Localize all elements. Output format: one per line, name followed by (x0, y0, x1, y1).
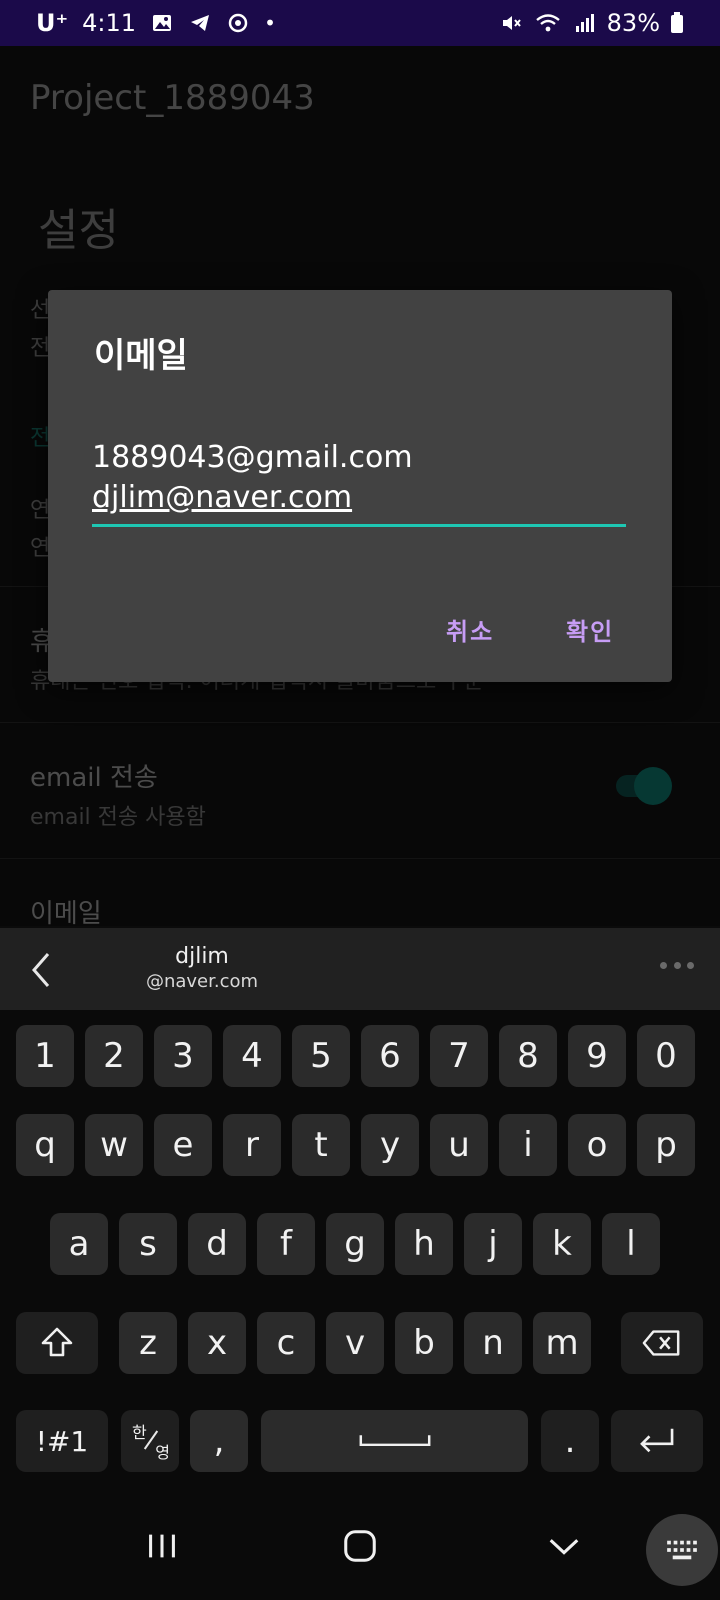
notification-dot: • (264, 11, 276, 35)
space-icon (359, 1435, 430, 1447)
key-e[interactable]: e (154, 1114, 212, 1176)
key-f[interactable]: f (257, 1213, 315, 1275)
shift-key[interactable] (16, 1312, 98, 1374)
suggestion-line-1: djlim (175, 944, 229, 969)
key-t[interactable]: t (292, 1114, 350, 1176)
key-w[interactable]: w (85, 1114, 143, 1176)
key-v[interactable]: v (326, 1312, 384, 1374)
suggestion-line-2: @naver.com (145, 971, 259, 992)
back-arrow-icon[interactable] (26, 950, 56, 990)
key-1[interactable]: 1 (16, 1025, 74, 1087)
key-6[interactable]: 6 (361, 1025, 419, 1087)
mute-icon (499, 12, 523, 34)
key-l[interactable]: l (602, 1213, 660, 1275)
email-input[interactable]: 1889043@gmail.com djlim@naver.com (92, 438, 626, 527)
dialog-title: 이메일 (94, 336, 188, 376)
key-0[interactable]: 0 (637, 1025, 695, 1087)
key-5[interactable]: 5 (292, 1025, 350, 1087)
lang-english: 영 (155, 1443, 170, 1462)
battery-percent: 83% (606, 9, 660, 37)
key-y[interactable]: y (361, 1114, 419, 1176)
recent-apps-icon[interactable] (138, 1522, 186, 1570)
key-4[interactable]: 4 (223, 1025, 281, 1087)
keyboard-toolbar: djlim @naver.com (0, 928, 720, 1010)
suggestion-chip[interactable]: djlim @naver.com (112, 944, 292, 992)
email-line-1: 1889043@gmail.com (92, 440, 413, 475)
space-key[interactable] (261, 1410, 528, 1472)
period-key[interactable]: . (541, 1410, 599, 1472)
email-send-title: email 전송 (30, 763, 158, 793)
more-dots-icon[interactable] (660, 962, 694, 972)
key-u[interactable]: u (430, 1114, 488, 1176)
enter-key[interactable] (611, 1410, 703, 1472)
enter-icon (640, 1428, 674, 1453)
email-dialog: 이메일 1889043@gmail.com djlim@naver.com 취소… (48, 290, 672, 682)
key-a[interactable]: a (50, 1213, 108, 1275)
keyboard: 1 2 3 4 5 6 7 8 9 0 q w e r t y u i o p … (0, 1010, 720, 1492)
battery-icon (670, 12, 684, 34)
key-p[interactable]: p (637, 1114, 695, 1176)
navigation-bar (0, 1492, 720, 1600)
email-send-summary: email 전송 사용함 (30, 805, 206, 830)
key-r[interactable]: r (223, 1114, 281, 1176)
wifi-icon (533, 12, 563, 34)
carrier-label: U⁺ (36, 9, 69, 37)
clock: 4:11 (82, 9, 137, 37)
signal-icon (573, 12, 597, 34)
input-underline (92, 524, 626, 527)
sync-app-icon (226, 12, 250, 34)
gallery-icon (150, 12, 174, 34)
key-n[interactable]: n (464, 1312, 522, 1374)
comma-key[interactable]: , (190, 1410, 248, 1472)
key-b[interactable]: b (395, 1312, 453, 1374)
key-c[interactable]: c (257, 1312, 315, 1374)
email-line-2: djlim@naver.com (92, 480, 353, 515)
key-s[interactable]: s (119, 1213, 177, 1275)
key-2[interactable]: 2 (85, 1025, 143, 1087)
key-q[interactable]: q (16, 1114, 74, 1176)
backspace-key[interactable] (621, 1312, 703, 1374)
language-key[interactable]: 한 영 (121, 1410, 179, 1472)
key-d[interactable]: d (188, 1213, 246, 1275)
email-list-title: 이메일 (30, 899, 102, 929)
key-x[interactable]: x (188, 1312, 246, 1374)
shift-icon (41, 1327, 73, 1357)
key-o[interactable]: o (568, 1114, 626, 1176)
cancel-button[interactable]: 취소 (446, 612, 494, 647)
key-m[interactable]: m (533, 1312, 591, 1374)
key-g[interactable]: g (326, 1213, 384, 1275)
email-send-switch[interactable] (610, 767, 672, 805)
switch-thumb (634, 767, 672, 805)
key-8[interactable]: 8 (499, 1025, 557, 1087)
settings-title: 설정 (38, 205, 119, 256)
keyboard-icon[interactable] (646, 1514, 718, 1586)
email-send-pref[interactable]: email 전송 email 전송 사용함 (0, 722, 720, 858)
key-k[interactable]: k (533, 1213, 591, 1275)
key-7[interactable]: 7 (430, 1025, 488, 1087)
status-bar: U⁺ 4:11 • 83% (0, 0, 720, 46)
backspace-icon (642, 1330, 680, 1356)
telegram-icon (188, 12, 212, 34)
key-z[interactable]: z (119, 1312, 177, 1374)
key-h[interactable]: h (395, 1213, 453, 1275)
key-i[interactable]: i (499, 1114, 557, 1176)
language-toggle-glyph: 한 영 (130, 1419, 170, 1463)
app-title: Project_1889043 (30, 78, 315, 118)
ok-button[interactable]: 확인 (566, 612, 614, 647)
lang-korean: 한 (132, 1423, 147, 1442)
email-list-pref[interactable]: 이메일 (0, 858, 720, 929)
back-chevron-icon[interactable] (540, 1522, 588, 1570)
key-9[interactable]: 9 (568, 1025, 626, 1087)
symbols-key[interactable]: !#1 (16, 1410, 108, 1472)
key-j[interactable]: j (464, 1213, 522, 1275)
key-3[interactable]: 3 (154, 1025, 212, 1087)
home-icon[interactable] (336, 1522, 384, 1570)
